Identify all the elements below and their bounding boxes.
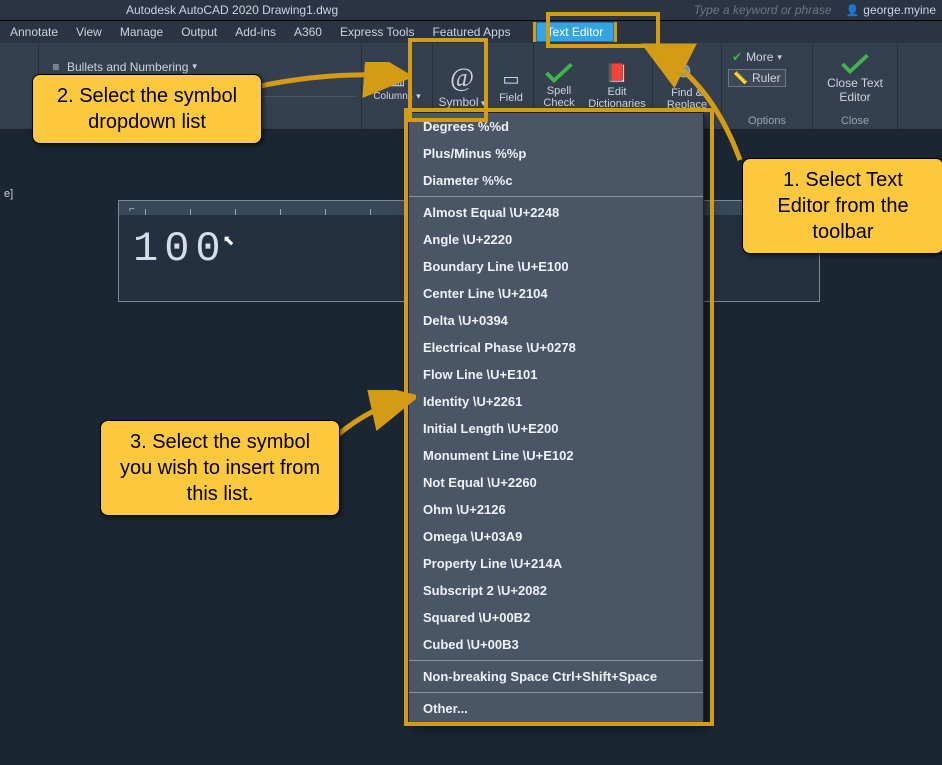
menu-annotate[interactable]: Annotate bbox=[6, 23, 62, 41]
menu-express[interactable]: Express Tools bbox=[336, 23, 418, 41]
symbol-menu-item[interactable]: Non-breaking Space Ctrl+Shift+Space bbox=[409, 660, 703, 690]
symbol-dropdown-menu: Degrees %%dPlus/Minus %%pDiameter %%cAlm… bbox=[408, 112, 704, 723]
symbol-menu-item[interactable]: Diameter %%c bbox=[409, 167, 703, 194]
editor-text: 100 bbox=[133, 225, 227, 273]
edit-dict-label: Edit Dictionaries bbox=[584, 86, 650, 110]
close-panel-label: Close bbox=[841, 113, 869, 127]
menu-addins[interactable]: Add-ins bbox=[231, 23, 280, 41]
symbol-menu-item[interactable]: Identity \U+2261 bbox=[409, 388, 703, 415]
user-name: george.myine bbox=[863, 3, 936, 17]
close-check-icon bbox=[840, 54, 870, 74]
search-ghost[interactable]: Type a keyword or phrase bbox=[694, 3, 832, 17]
columns-icon: ▥ bbox=[390, 71, 404, 85]
check-icon bbox=[544, 63, 574, 83]
edit-dict-icon: 📕 bbox=[606, 63, 628, 84]
columns-dropdown[interactable]: Columns bbox=[369, 87, 424, 103]
annotation-3: 3. Select the symbol you wish to insert … bbox=[100, 420, 340, 516]
find-replace-label[interactable]: Find & Replace bbox=[659, 87, 715, 111]
find-icon: 🔍 bbox=[676, 64, 698, 85]
ruler-label: Ruler bbox=[752, 71, 781, 85]
bullets-icon: ≡ bbox=[49, 60, 63, 74]
spell-check-label: Spell Check bbox=[536, 85, 582, 109]
field-label: Field bbox=[499, 92, 523, 104]
user-icon: 👤 bbox=[846, 4, 860, 17]
menu-bar: Annotate View Manage Output Add-ins A360… bbox=[0, 21, 942, 43]
menu-a360[interactable]: A360 bbox=[290, 23, 326, 41]
ruler-toggle-button[interactable]: 📏 Ruler bbox=[728, 69, 786, 87]
symbol-menu-item[interactable]: Center Line \U+2104 bbox=[409, 280, 703, 307]
title-bar: Autodesk AutoCAD 2020 Drawing1.dwg Type … bbox=[0, 0, 942, 21]
options-panel-label: Options bbox=[728, 113, 806, 127]
tab-text-editor[interactable]: Text Editor bbox=[536, 22, 615, 42]
bullets-numbering-dropdown[interactable]: ≡ Bullets and Numbering bbox=[45, 59, 355, 75]
symbol-menu-item[interactable]: Electrical Phase \U+0278 bbox=[409, 334, 703, 361]
app-title: Autodesk AutoCAD 2020 Drawing1.dwg bbox=[126, 3, 338, 17]
menu-view[interactable]: View bbox=[72, 23, 106, 41]
highlight-text-editor-tab: Text Editor bbox=[533, 22, 618, 42]
annotation-1: 1. Select Text Editor from the toolbar bbox=[742, 158, 942, 254]
menu-manage[interactable]: Manage bbox=[116, 23, 167, 41]
check-small-icon: ✔ bbox=[732, 50, 742, 64]
more-label: More bbox=[746, 50, 773, 64]
menu-featured[interactable]: Featured Apps bbox=[428, 23, 514, 41]
field-icon: ▭ bbox=[502, 69, 519, 90]
symbol-menu-item[interactable]: Ohm \U+2126 bbox=[409, 496, 703, 523]
ruler-icon: 📏 bbox=[733, 71, 748, 85]
symbol-menu-item[interactable]: Plus/Minus %%p bbox=[409, 140, 703, 167]
symbol-menu-item[interactable]: Omega \U+03A9 bbox=[409, 523, 703, 550]
bullets-numbering-label: Bullets and Numbering bbox=[67, 60, 188, 74]
symbol-menu-item[interactable]: Other... bbox=[409, 692, 703, 722]
symbol-menu-item[interactable]: Subscript 2 \U+2082 bbox=[409, 577, 703, 604]
close-text-editor-button[interactable]: Close Text Editor bbox=[819, 76, 891, 104]
symbol-label: Symbol bbox=[438, 95, 485, 109]
symbol-menu-item[interactable]: Delta \U+0394 bbox=[409, 307, 703, 334]
columns-label: Columns bbox=[373, 91, 412, 102]
more-dropdown[interactable]: ✔ More bbox=[728, 49, 806, 65]
at-symbol-icon: @ bbox=[450, 63, 474, 93]
symbol-menu-item[interactable]: Degrees %%d bbox=[409, 113, 703, 140]
symbol-menu-item[interactable]: Squared \U+00B2 bbox=[409, 604, 703, 631]
caret-icon: ⬉ bbox=[223, 233, 241, 250]
symbol-menu-item[interactable]: Angle \U+2220 bbox=[409, 226, 703, 253]
user-display[interactable]: 👤 george.myine bbox=[846, 3, 936, 17]
symbol-menu-item[interactable]: Monument Line \U+E102 bbox=[409, 442, 703, 469]
symbol-menu-item[interactable]: Flow Line \U+E101 bbox=[409, 361, 703, 388]
symbol-menu-item[interactable]: Cubed \U+00B3 bbox=[409, 631, 703, 658]
menu-output[interactable]: Output bbox=[177, 23, 221, 41]
symbol-menu-item[interactable]: Not Equal \U+2260 bbox=[409, 469, 703, 496]
symbol-menu-item[interactable]: Property Line \U+214A bbox=[409, 550, 703, 577]
left-gutter-label: e] bbox=[0, 186, 17, 202]
symbol-menu-item[interactable]: Boundary Line \U+E100 bbox=[409, 253, 703, 280]
symbol-menu-item[interactable]: Almost Equal \U+2248 bbox=[409, 196, 703, 226]
symbol-menu-item[interactable]: Initial Length \U+E200 bbox=[409, 415, 703, 442]
annotation-2: 2. Select the symbol dropdown list bbox=[32, 74, 262, 144]
